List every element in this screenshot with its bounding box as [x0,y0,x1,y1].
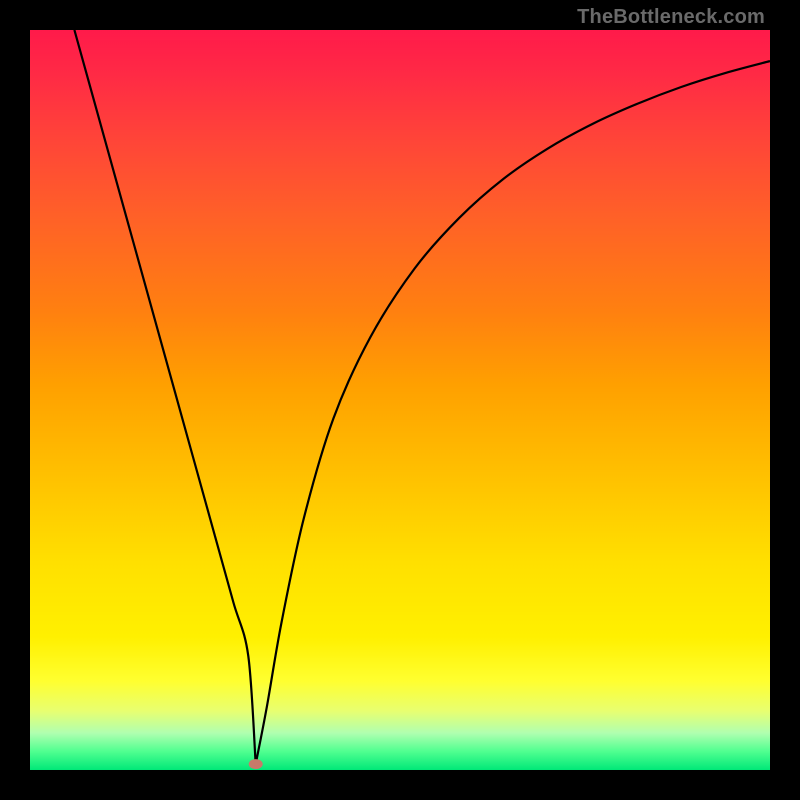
curve-svg [30,30,770,770]
chart-container: TheBottleneck.com [0,0,800,800]
optimal-marker [249,759,263,769]
bottleneck-curve [74,30,770,764]
watermark-text: TheBottleneck.com [577,6,765,29]
plot-area [30,30,770,770]
